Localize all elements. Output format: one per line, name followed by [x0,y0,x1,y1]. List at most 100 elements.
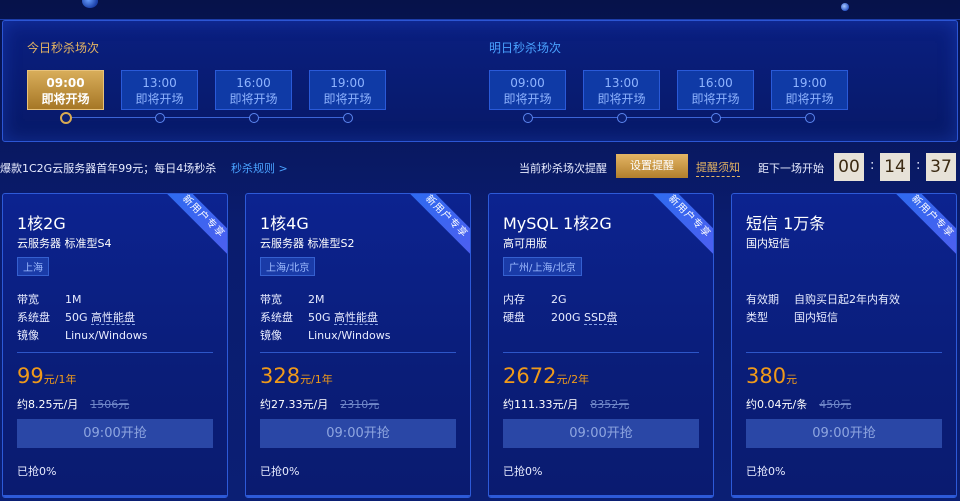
region-tag: 上海 [17,257,49,276]
monthly-text: 约8.25元/月 [17,398,79,411]
buy-button[interactable]: 09:00开抢 [746,419,942,448]
slot-status: 即将开场 [229,92,278,106]
monthly-price: 约27.33元/月 2310元 [260,396,379,412]
spec-key: 有效期 [746,293,779,306]
spec-value: 50G [308,311,331,324]
product-subtitle: 云服务器 标准型S2 [260,237,355,250]
info-bar: 爆款1C2G云服务器首年99元；每日4场秒杀 秒杀规则 > 当前秒杀场次提醒 设… [0,152,960,182]
slot-time: 13:00 [604,76,639,90]
tomorrow-slot-1600[interactable]: 16:00 即将开场 [677,70,754,110]
remind-label: 当前秒杀场次提醒 [519,162,607,175]
slot-status: 即将开场 [691,92,740,106]
spec-key: 带宽 [260,293,282,306]
spec-value: 1M [65,293,82,306]
monthly-text: 约0.04元/条 [746,398,808,411]
region-tag: 广州/上海/北京 [503,257,582,276]
grabbed-percent: 已抢0% [503,465,543,478]
price: 328元/1年 [260,364,333,388]
slot-status: 即将开场 [135,92,184,106]
spec-row: 系统盘 50G 高性能盘 [17,309,136,325]
slot-time: 16:00 [236,76,271,90]
price: 99元/1年 [17,364,76,388]
price-number: 380 [746,364,787,388]
grabbed-percent: 已抢0% [746,465,786,478]
card-footer-line [732,495,956,497]
spec-row: 带宽 1M [17,291,82,307]
card-divider [746,352,942,353]
slot-time: 09:00 [510,76,545,90]
buy-button[interactable]: 09:00开抢 [503,419,699,448]
monthly-text: 约27.33元/月 [260,398,329,411]
buy-button[interactable]: 09:00开抢 [260,419,456,448]
today-slot-1600[interactable]: 16:00 即将开场 [215,70,292,110]
tomorrow-slot-1300[interactable]: 13:00 即将开场 [583,70,660,110]
monthly-price: 约111.33元/月 8352元 [503,396,629,412]
card-divider [260,352,456,353]
tomorrow-slot-0900[interactable]: 09:00 即将开场 [489,70,566,110]
new-user-ribbon: 新用户专享 [404,194,470,259]
spec-highlight[interactable]: 高性能盘 [334,311,379,325]
original-price: 450元 [819,398,852,411]
set-reminder-button[interactable]: 设置提醒 [616,154,688,178]
monthly-price: 约0.04元/条 450元 [746,396,851,412]
card-divider [503,352,699,353]
product-card: 新用户专享 1核4G 云服务器 标准型S2 上海/北京 带宽 2M 系统盘 50G … [245,193,471,498]
slot-time: 19:00 [792,76,827,90]
promo-text: 爆款1C2G云服务器首年99元；每日4场秒杀 [0,162,217,175]
countdown-seconds: 37 [926,153,956,181]
spec-key: 内存 [503,293,525,306]
slot-status: 即将开场 [323,92,372,106]
monthly-text: 约111.33元/月 [503,398,579,411]
buy-button[interactable]: 09:00开抢 [17,419,213,448]
product-card: 新用户专享 短信 1万条 国内短信 有效期 自购买日起2年内有效 类型 国内短信 3… [731,193,957,498]
price-number: 99 [17,364,44,388]
slot-status: 即将开场 [41,92,90,106]
spec-highlight[interactable]: SSD盘 [584,311,618,325]
today-slot-1900[interactable]: 19:00 即将开场 [309,70,386,110]
product-card: 新用户专享 MySQL 1核2G 高可用版 广州/上海/北京 内存 2G 硬盘 20… [488,193,714,498]
spec-value: 200G [551,311,581,324]
countdown-colon: : [916,158,921,173]
spec-value: 50G [65,311,88,324]
spec-key: 镜像 [260,329,282,342]
slot-time: 13:00 [142,76,177,90]
product-card: 新用户专享 1核2G 云服务器 标准型S4 上海 带宽 1M 系统盘 50G 高性能… [2,193,228,498]
slot-status: 即将开场 [785,92,834,106]
spec-key: 类型 [746,311,768,324]
reminder-notice-link[interactable]: 提醒须知 [696,159,740,177]
product-subtitle: 云服务器 标准型S4 [17,237,112,250]
today-slot-1300[interactable]: 13:00 即将开场 [121,70,198,110]
rules-link[interactable]: 秒杀规则 > [231,160,288,176]
schedule-panel: 今日秒杀场次 明日秒杀场次 09:00 即将开场 13:00 即将开场 16:0… [2,20,958,142]
spec-row: 系统盘 50G 高性能盘 [260,309,379,325]
timeline-dot [343,113,353,123]
today-slot-0900[interactable]: 09:00 即将开场 [27,70,104,110]
tomorrow-slot-1900[interactable]: 19:00 即将开场 [771,70,848,110]
today-sessions-title: 今日秒杀场次 [27,41,100,55]
timeline-dot [711,113,721,123]
spec-value: 2M [308,293,325,306]
card-footer-line [3,495,227,497]
spec-row: 镜像 Linux/Windows [260,327,390,343]
price-unit: 元/1年 [300,373,333,386]
price-number: 2672 [503,364,557,388]
timeline-dot [805,113,815,123]
price: 2672元/2年 [503,364,589,388]
spec-value: Linux/Windows [308,329,391,342]
card-divider [17,352,213,353]
decorative-orb [82,0,98,8]
original-price: 1506元 [90,398,130,411]
region-tag: 上海/北京 [260,257,316,276]
slot-time: 16:00 [698,76,733,90]
product-name: 1核2G [17,214,66,233]
price-unit: 元/1年 [43,373,77,386]
spec-key: 带宽 [17,293,39,306]
spec-key: 镜像 [17,329,39,342]
tomorrow-sessions-title: 明日秒杀场次 [489,41,562,55]
price-unit: 元 [786,373,798,386]
original-price: 2310元 [340,398,380,411]
grabbed-percent: 已抢0% [260,465,300,478]
price-unit: 元/2年 [556,373,590,386]
spec-highlight[interactable]: 高性能盘 [91,311,136,325]
card-footer-line [246,495,470,497]
